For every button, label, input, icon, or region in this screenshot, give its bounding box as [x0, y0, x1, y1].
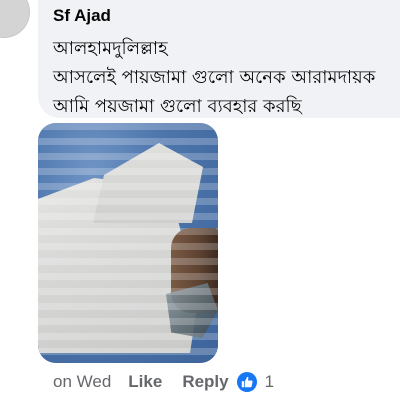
comment-text-line: আলহামদুলিল্লাহ	[53, 38, 168, 59]
light-stripes	[38, 123, 218, 363]
comment-thread: Sf Ajad আলহামদুলিল্লাহ আসলেই পায়জামা গু…	[0, 0, 400, 400]
reply-button[interactable]: Reply	[182, 372, 228, 392]
comment-photo[interactable]	[38, 123, 218, 363]
comment-timestamp[interactable]: on Wed	[53, 372, 111, 392]
comment-text-line: আসলেই পায়জামা গুলো অনেক আরামদায়ক	[53, 67, 376, 88]
thumbs-up-icon[interactable]	[236, 372, 257, 392]
comment-text-line: আমি পয়জামা গুলো ব্যবহার করছি	[53, 96, 302, 117]
avatar[interactable]	[0, 0, 30, 38]
comment-author[interactable]: Sf Ajad	[53, 6, 111, 26]
comment-actions: on Wed Like Reply 1	[53, 371, 274, 393]
reaction-count[interactable]: 1	[265, 372, 274, 392]
like-button[interactable]: Like	[128, 372, 162, 392]
